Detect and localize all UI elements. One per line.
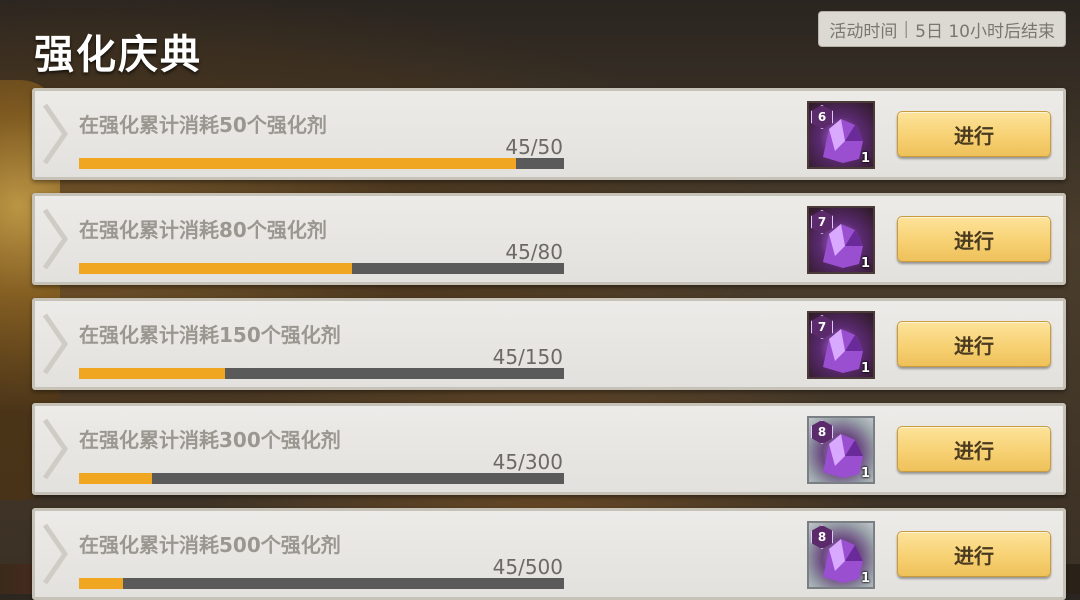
- go-button[interactable]: 进行: [897, 321, 1051, 367]
- task-row: 在强化累计消耗50个强化剂 45/50 6 1 进行: [32, 88, 1066, 180]
- go-button[interactable]: 进行: [897, 216, 1051, 262]
- reward-item[interactable]: 8 1: [807, 521, 875, 589]
- go-button[interactable]: 进行: [897, 426, 1051, 472]
- task-label: 在强化累计消耗80个强化剂: [79, 218, 327, 242]
- divider: |: [903, 19, 910, 39]
- reward-quantity: 1: [860, 256, 870, 271]
- reward-quantity: 1: [860, 466, 870, 481]
- progress-count: 45/150: [492, 345, 563, 369]
- reward-item[interactable]: 7 1: [807, 206, 875, 274]
- page-title: 强化庆典: [34, 32, 202, 78]
- progress-count: 45/300: [492, 450, 563, 474]
- task-row: 在强化累计消耗150个强化剂 45/150 7 1 进行: [32, 298, 1066, 390]
- task-label: 在强化累计消耗150个强化剂: [79, 323, 341, 347]
- progress-bar: [79, 368, 564, 379]
- event-time-label: 活动时间: [829, 21, 898, 42]
- go-button[interactable]: 进行: [897, 531, 1051, 577]
- chevron-right-icon: [42, 523, 69, 585]
- task-row: 在强化累计消耗80个强化剂 45/80 7 1 进行: [32, 193, 1066, 285]
- progress-fill: [79, 578, 123, 589]
- progress-fill: [79, 473, 152, 484]
- progress-fill: [79, 263, 352, 274]
- task-label: 在强化累计消耗50个强化剂: [79, 113, 327, 137]
- reward-quantity: 1: [860, 571, 870, 586]
- progress-bar: [79, 158, 564, 169]
- chevron-right-icon: [42, 313, 69, 375]
- progress-bar: [79, 473, 564, 484]
- progress-count: 45/80: [505, 240, 563, 264]
- progress-fill: [79, 158, 516, 169]
- progress-bar: [79, 578, 564, 589]
- reward-quantity: 1: [860, 151, 870, 166]
- progress-count: 45/50: [505, 135, 563, 159]
- task-label: 在强化累计消耗300个强化剂: [79, 428, 341, 452]
- progress-fill: [79, 368, 225, 379]
- chevron-right-icon: [42, 103, 69, 165]
- chevron-right-icon: [42, 418, 69, 480]
- chevron-right-icon: [42, 208, 69, 270]
- reward-item[interactable]: 8 1: [807, 416, 875, 484]
- event-time-badge: 活动时间 | 5日 10小时后结束: [818, 11, 1066, 47]
- event-time-remaining: 5日 10小时后结束: [915, 21, 1055, 42]
- task-label: 在强化累计消耗500个强化剂: [79, 533, 341, 557]
- task-row: 在强化累计消耗500个强化剂 45/500 8 1 进行: [32, 508, 1066, 600]
- reward-item[interactable]: 6 1: [807, 101, 875, 169]
- task-row: 在强化累计消耗300个强化剂 45/300 8 1 进行: [32, 403, 1066, 495]
- reward-item[interactable]: 7 1: [807, 311, 875, 379]
- progress-bar: [79, 263, 564, 274]
- progress-count: 45/500: [492, 555, 563, 579]
- go-button[interactable]: 进行: [897, 111, 1051, 157]
- reward-quantity: 1: [860, 361, 870, 376]
